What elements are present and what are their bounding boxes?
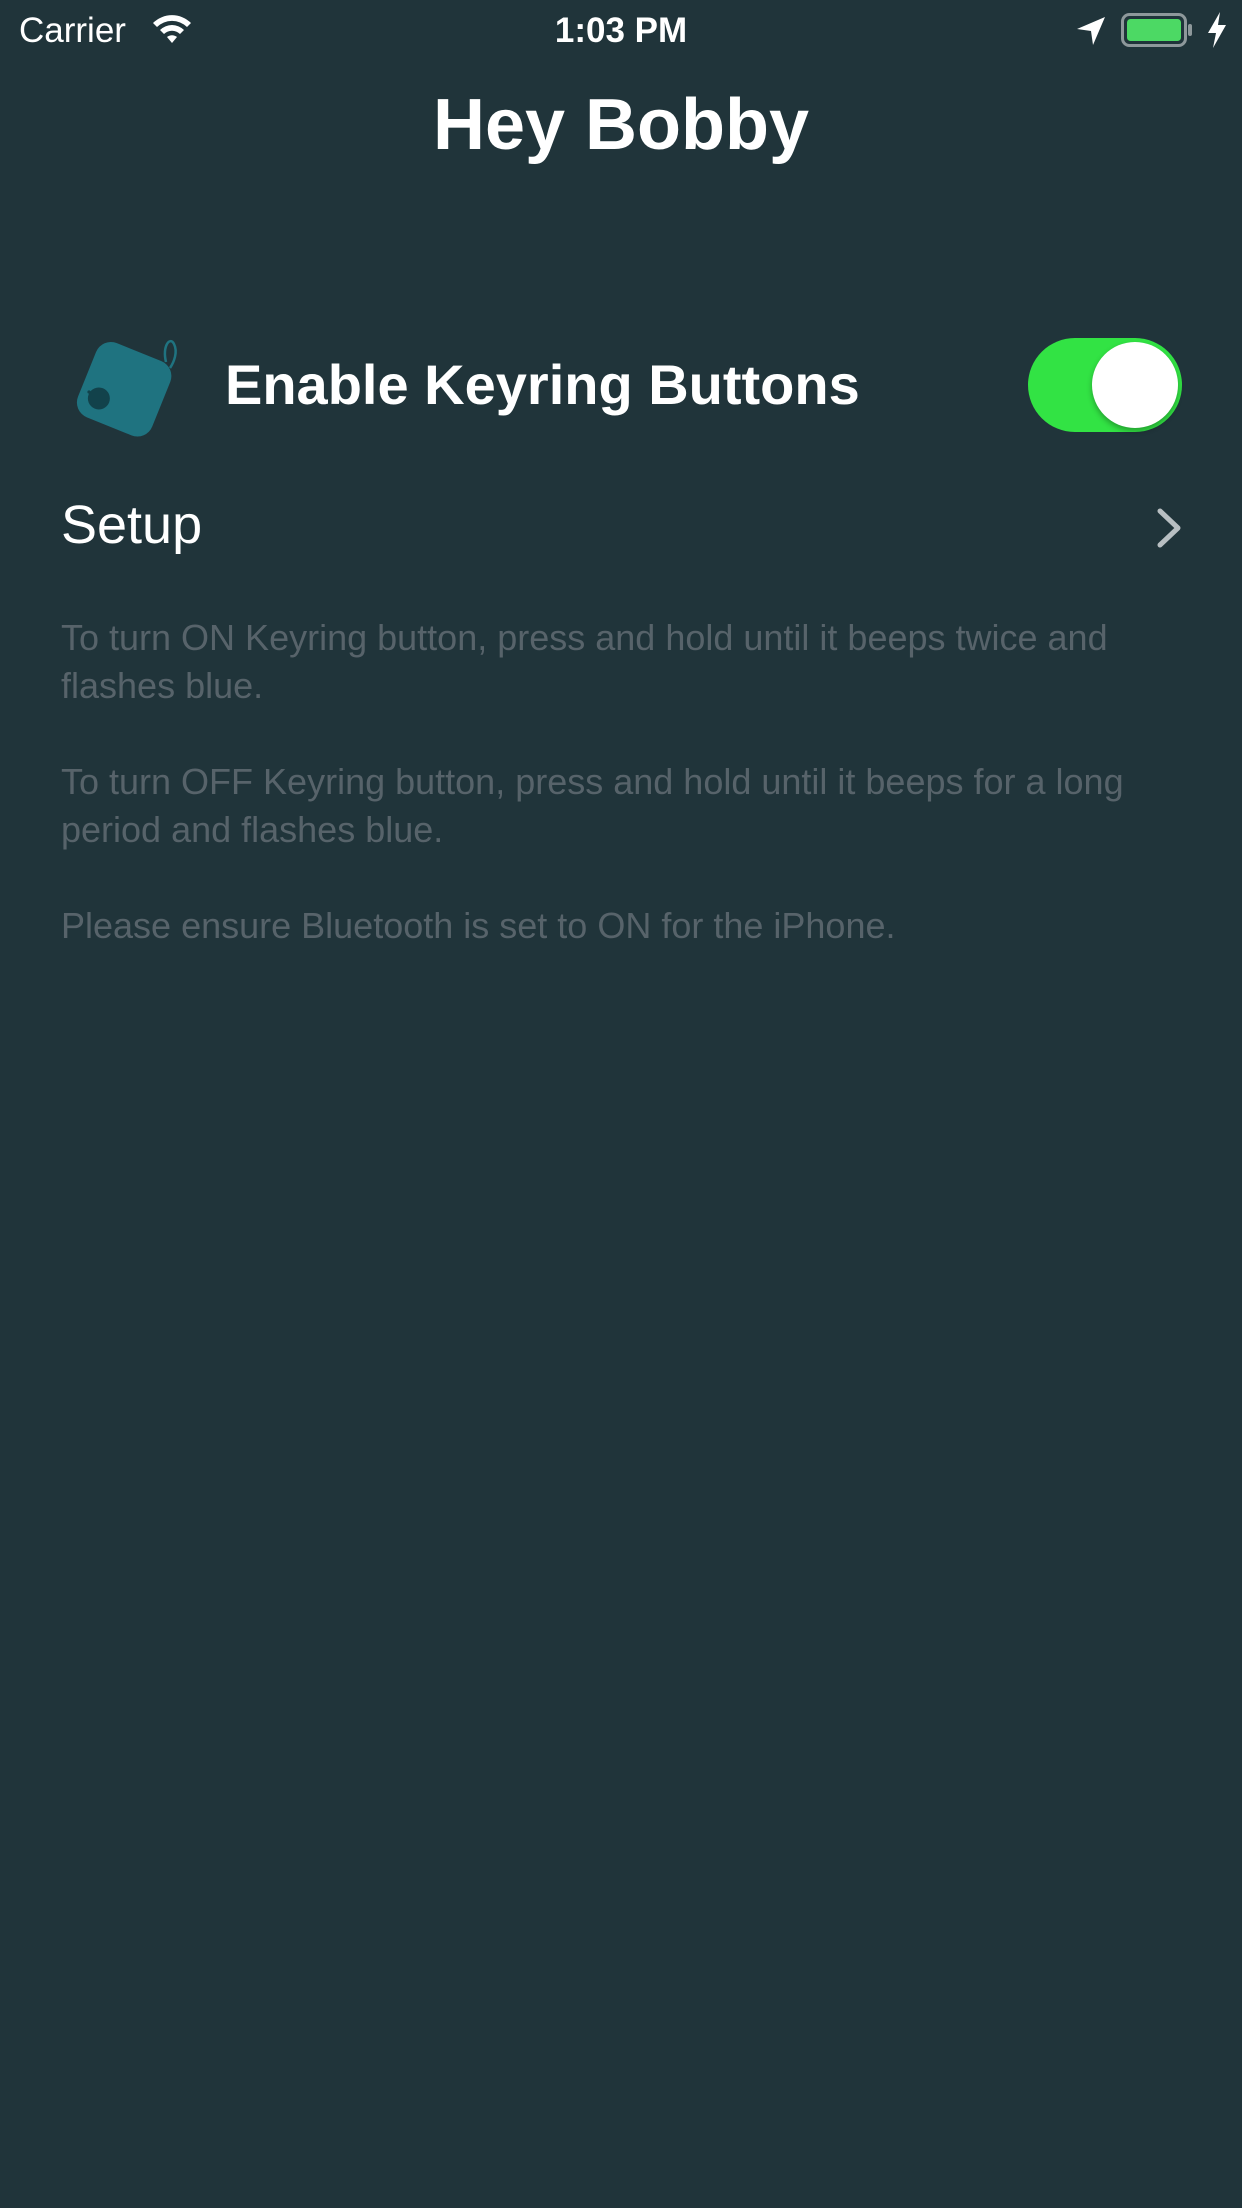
charging-bolt-icon (1208, 12, 1226, 48)
status-time: 1:03 PM (554, 11, 688, 50)
enable-keyring-label: Enable Keyring Buttons (225, 353, 860, 416)
instruction-turn-on: To turn ON Keyring button, press and hol… (61, 617, 1108, 706)
battery-icon (1121, 13, 1192, 47)
status-bar: Carrier 1:03 PM (0, 0, 1242, 62)
enable-keyring-toggle[interactable] (1028, 338, 1182, 432)
page-title: Hey Bobby (432, 85, 810, 165)
chevron-right-icon (1157, 508, 1181, 548)
setup-label: Setup (61, 495, 203, 555)
toggle-knob (1092, 342, 1178, 428)
instruction-bluetooth: Please ensure Bluetooth is set to ON for… (61, 905, 896, 946)
instruction-turn-off: To turn OFF Keyring button, press and ho… (61, 761, 1124, 850)
keyring-toggle-row: Enable Keyring Buttons (0, 320, 1242, 450)
app-screen: Carrier 1:03 PM Hey Bobby Enable Keyring… (0, 0, 1242, 2208)
keyring-tag-icon (76, 339, 177, 437)
instructions: To turn ON Keyring button, press and hol… (61, 614, 1191, 998)
location-arrow-icon (1077, 17, 1105, 45)
setup-row[interactable]: Setup (0, 480, 1242, 570)
